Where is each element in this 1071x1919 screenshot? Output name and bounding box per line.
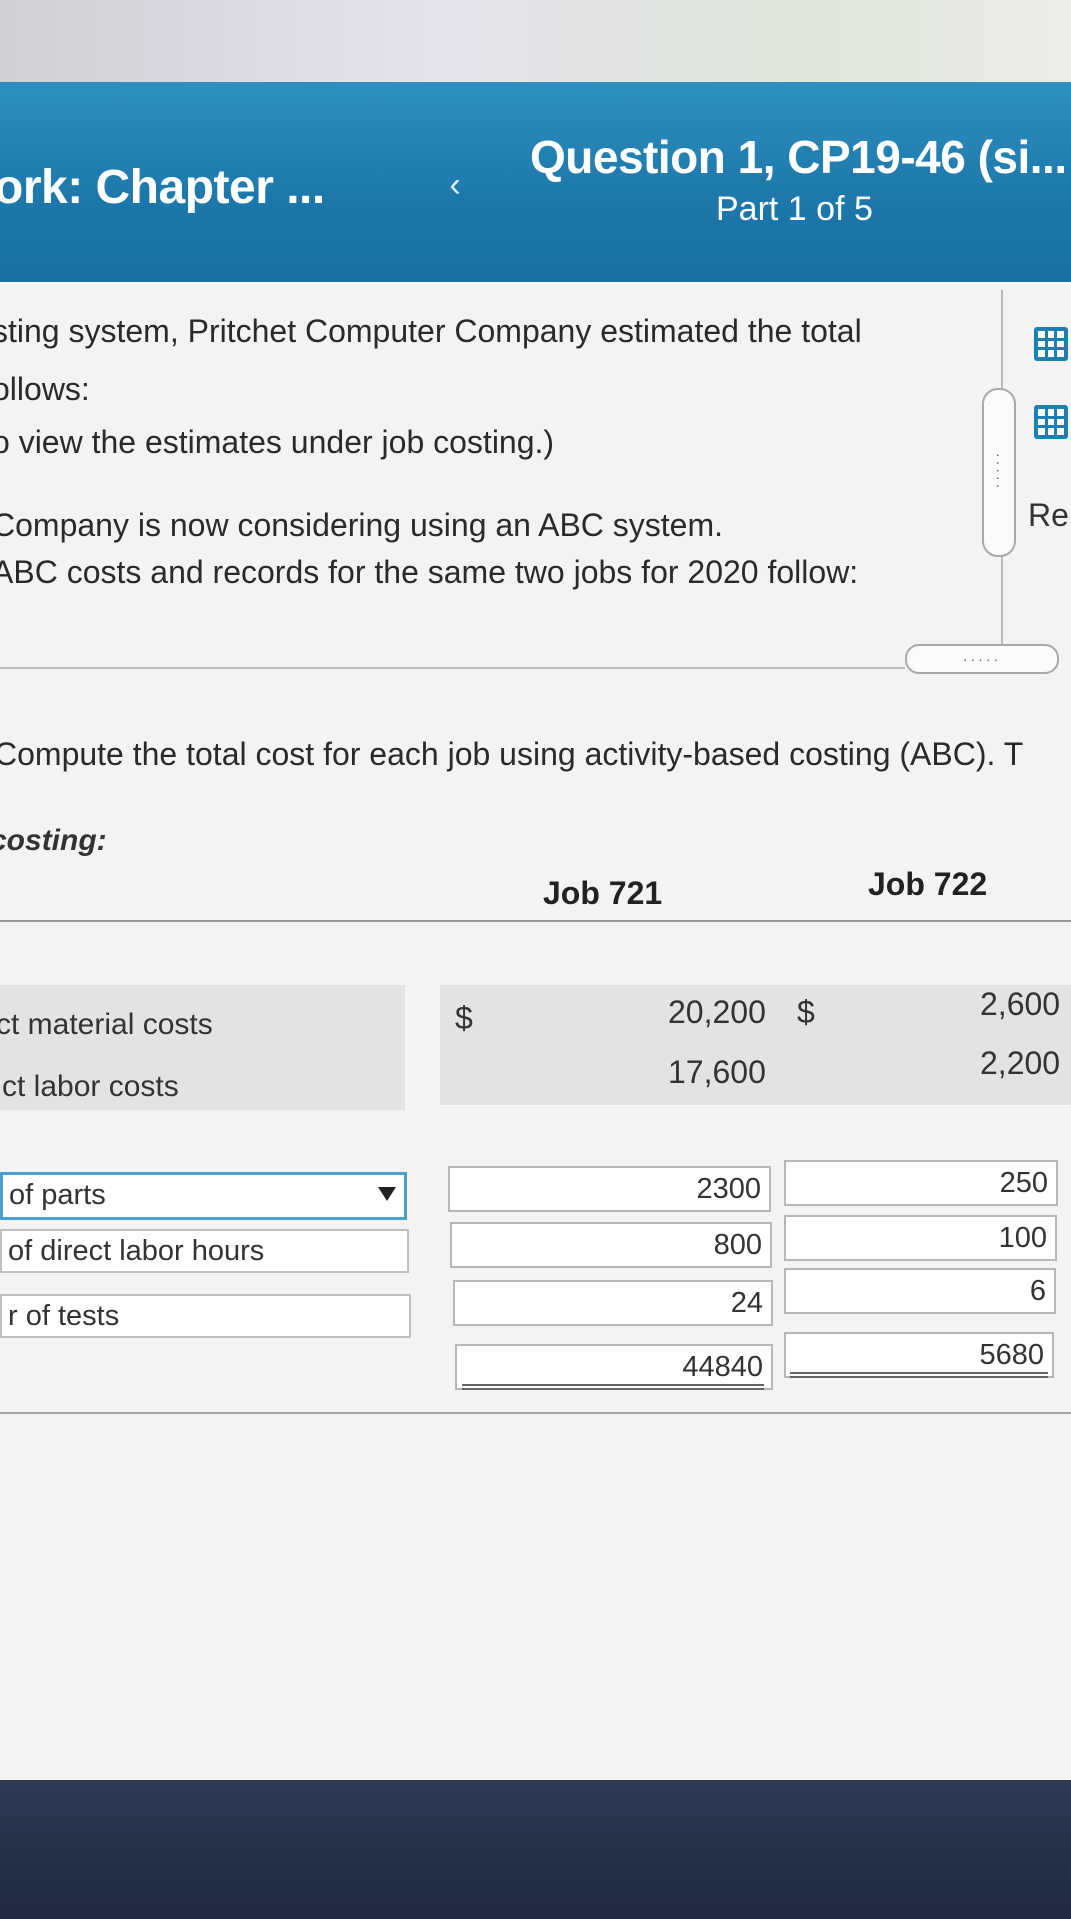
row-label-labor: ct labor costs: [2, 1070, 179, 1103]
dropdown-value: of parts: [9, 1179, 106, 1211]
row-label-tests: r of tests: [8, 1300, 120, 1332]
job722-labor-hours-input[interactable]: 100: [784, 1215, 1057, 1261]
job721-material-value: 20,200: [668, 994, 766, 1030]
cost-driver-dropdown[interactable]: of parts: [0, 1172, 407, 1220]
currency-symbol: $: [797, 994, 815, 1030]
section-divider: [0, 667, 905, 669]
total-double-underline: [790, 1372, 1048, 1378]
section-label: costing:: [0, 824, 107, 857]
job721-labor-value: 17,600: [668, 1054, 766, 1090]
job722-labor-value: 2,200: [980, 1045, 1061, 1081]
intro-line-2: ollows:: [0, 371, 90, 407]
job721-tests-input[interactable]: 24: [453, 1280, 773, 1326]
data-table-icon[interactable]: [1034, 327, 1068, 361]
assignment-header: ork: Chapter ... ‹ Question 1, CP19-46 (…: [0, 82, 1071, 282]
chevron-left-icon[interactable]: ‹: [440, 168, 470, 202]
data-table-icon[interactable]: [1034, 405, 1068, 439]
row-label-material: ct material costs: [0, 1008, 213, 1041]
table-bottom-rule: [0, 1412, 1071, 1414]
job722-material-value: 2,600: [980, 986, 1061, 1022]
intro-line-1: sting system, Pritchet Computer Company …: [0, 313, 862, 349]
intro-line-5: ABC costs and records for the same two j…: [0, 554, 859, 590]
intro-line-4: Company is now considering using an ABC …: [0, 507, 724, 543]
chevron-down-icon: [378, 1187, 396, 1201]
chapter-title[interactable]: ork: Chapter ...: [0, 160, 325, 215]
column-header-job-721: Job 721: [543, 875, 663, 911]
job722-parts-input[interactable]: 250: [784, 1160, 1058, 1206]
column-header-job-722: Job 722: [868, 866, 988, 902]
browser-top-strip: [0, 0, 1071, 82]
part-indicator: Part 1 of 5: [716, 190, 873, 228]
currency-symbol: $: [455, 1000, 473, 1036]
horizontal-resize-handle[interactable]: ·····: [905, 644, 1059, 674]
cost-driver-label-field[interactable]: of direct labor hours: [0, 1229, 409, 1273]
intro-line-3: o view the estimates under job costing.): [0, 424, 555, 460]
taskbar: [0, 1780, 1071, 1919]
cost-driver-label-field[interactable]: r of tests: [0, 1294, 411, 1338]
job721-parts-input[interactable]: 2300: [448, 1166, 771, 1212]
row-label-labor-hours: of direct labor hours: [8, 1235, 265, 1267]
side-panel-label[interactable]: Re: [1028, 497, 1069, 534]
job721-labor-hours-input[interactable]: 800: [450, 1222, 772, 1268]
question-title[interactable]: Question 1, CP19-46 (si...: [530, 130, 1067, 184]
job722-tests-input[interactable]: 6: [784, 1268, 1056, 1314]
vertical-resize-handle[interactable]: ·····: [982, 388, 1016, 557]
total-double-underline: [462, 1384, 764, 1390]
header-rule: [0, 920, 1071, 922]
question-prompt: Compute the total cost for each job usin…: [0, 736, 1024, 772]
